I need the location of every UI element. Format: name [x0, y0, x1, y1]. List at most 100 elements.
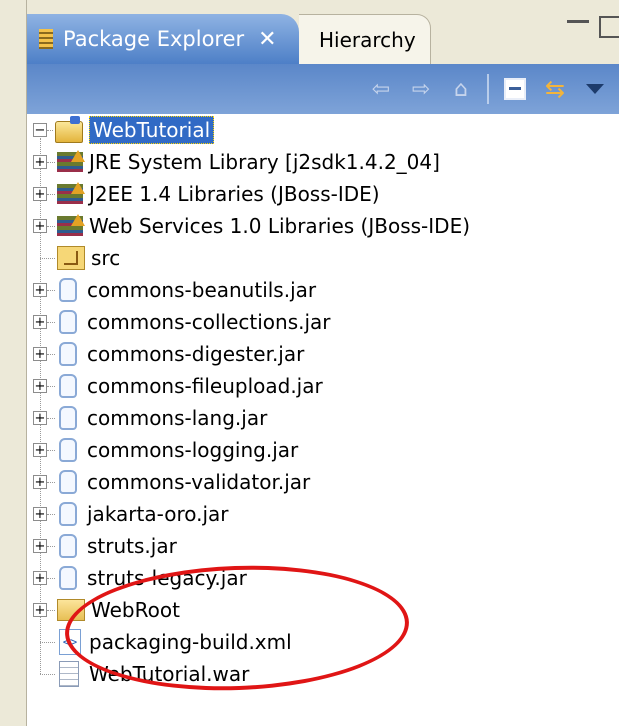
tree-item-label: commons-logging.jar [87, 438, 299, 462]
tab-package-explorer-label: Package Explorer [63, 27, 245, 51]
expand-toggle-icon[interactable]: + [33, 155, 47, 169]
view-menu-icon [586, 84, 604, 94]
expand-toggle-icon[interactable]: + [33, 411, 47, 425]
tree-connector [47, 577, 55, 579]
tab-hierarchy[interactable]: Hierarchy [299, 14, 431, 64]
tree-item-label: J2EE 1.4 Libraries (JBoss-IDE) [89, 182, 380, 206]
expand-toggle-icon[interactable]: + [33, 379, 47, 393]
tree-item-label: packaging-build.xml [89, 630, 292, 654]
expand-toggle-icon[interactable]: + [33, 283, 47, 297]
jar-icon [59, 438, 77, 462]
jar-icon [59, 310, 77, 334]
tree-item-label: Web Services 1.0 Libraries (JBoss-IDE) [89, 214, 471, 238]
tree-connector [40, 673, 55, 675]
expand-toggle-icon[interactable]: + [33, 219, 47, 233]
collapse-all-button[interactable] [501, 75, 529, 103]
tree-item[interactable]: src [33, 242, 120, 274]
tab-hierarchy-label: Hierarchy [319, 27, 416, 52]
tree-item-label: jakarta-oro.jar [87, 502, 229, 526]
collapse-all-icon [504, 78, 526, 100]
tree-connector [47, 481, 55, 483]
tree-item[interactable]: + commons-fileupload.jar [33, 370, 323, 402]
tree-item-label: commons-fileupload.jar [87, 374, 323, 398]
window-left-edge [0, 0, 27, 726]
tree-item[interactable]: WebTutorial.war [33, 658, 249, 690]
tree-item[interactable]: + JRE System Library [j2sdk1.4.2_04] [33, 146, 440, 178]
minimize-icon[interactable] [567, 20, 589, 33]
expand-toggle-icon[interactable]: + [33, 443, 47, 457]
tree-item[interactable]: + commons-lang.jar [33, 402, 267, 434]
folder-icon [57, 599, 85, 621]
tree-item-label: commons-digester.jar [87, 342, 305, 366]
expand-toggle-icon[interactable]: + [33, 315, 47, 329]
tree-item-label: struts.jar [87, 534, 177, 558]
tree-connector [47, 289, 55, 291]
tree-connector [47, 353, 55, 355]
tree-item[interactable]: + Web Services 1.0 Libraries (JBoss-IDE) [33, 210, 470, 242]
link-with-editor-icon[interactable]: ⇆ [541, 75, 569, 103]
xml-file-icon: <> [59, 629, 81, 655]
tree-item[interactable]: + WebRoot [33, 594, 180, 626]
tree-connector [47, 321, 55, 323]
tree-item[interactable]: + commons-beanutils.jar [33, 274, 316, 306]
jar-icon [59, 566, 77, 590]
source-folder-icon [57, 246, 85, 270]
tree-row-project[interactable]: − WebTutorial [33, 114, 215, 146]
tree-item-label: WebRoot [91, 598, 180, 622]
tree-item-label: commons-validator.jar [87, 470, 311, 494]
expand-toggle-icon[interactable]: + [33, 187, 47, 201]
tree-item[interactable]: + struts.jar [33, 530, 177, 562]
library-icon [57, 182, 85, 204]
expand-toggle-icon[interactable]: + [33, 603, 47, 617]
expand-toggle-icon[interactable]: + [33, 539, 47, 553]
expand-toggle-icon[interactable]: + [33, 571, 47, 585]
tree-connector [47, 513, 55, 515]
tree-connector [47, 225, 55, 227]
tree-connector [47, 385, 55, 387]
tree-connector [47, 417, 55, 419]
view-toolbar: ⇦ ⇨ ⌂ ⇆ [27, 64, 619, 114]
package-explorer-view: Package Explorer ✕ Hierarchy ⇦ ⇨ ⌂ ⇆ − W… [0, 0, 619, 726]
tree-item[interactable]: + commons-digester.jar [33, 338, 304, 370]
tree-connector [47, 545, 55, 547]
expand-toggle-icon[interactable]: + [33, 475, 47, 489]
view-tab-strip: Package Explorer ✕ Hierarchy [27, 0, 619, 64]
expand-toggle-icon[interactable]: + [33, 507, 47, 521]
maximize-icon[interactable] [599, 16, 619, 38]
tree-item[interactable]: + J2EE 1.4 Libraries (JBoss-IDE) [33, 178, 380, 210]
jar-icon [59, 406, 77, 430]
package-explorer-icon [39, 29, 53, 49]
expand-toggle-icon[interactable]: + [33, 347, 47, 361]
tree-item[interactable]: <> packaging-build.xml [33, 626, 292, 658]
jar-icon [59, 534, 77, 558]
toolbar-separator [487, 74, 489, 104]
collapse-toggle-icon[interactable]: − [33, 123, 47, 137]
tree-connector [47, 193, 55, 195]
view-menu-button[interactable] [581, 75, 609, 103]
tree-connector [47, 161, 55, 163]
tree-item[interactable]: + jakarta-oro.jar [33, 498, 229, 530]
tree-connector [47, 449, 55, 451]
back-arrow-icon[interactable]: ⇦ [367, 75, 395, 103]
forward-arrow-icon[interactable]: ⇨ [407, 75, 435, 103]
library-icon [57, 150, 85, 172]
tree-item[interactable]: + commons-collections.jar [33, 306, 331, 338]
view-window-controls [567, 16, 619, 40]
jar-icon [59, 374, 77, 398]
tab-package-explorer[interactable]: Package Explorer ✕ [27, 14, 299, 64]
tree-item[interactable]: + struts-legacy.jar [33, 562, 247, 594]
close-icon[interactable]: ✕ [258, 27, 276, 52]
tree-connector [40, 641, 55, 643]
tree-item[interactable]: + commons-validator.jar [33, 466, 310, 498]
up-folder-icon[interactable]: ⌂ [447, 75, 475, 103]
project-folder-icon [55, 116, 83, 143]
tree-item-label: commons-collections.jar [87, 310, 331, 334]
tree-item[interactable]: + commons-logging.jar [33, 434, 298, 466]
tree-connector [40, 257, 55, 259]
tree-item-label: commons-lang.jar [87, 406, 268, 430]
tree-item-label: struts-legacy.jar [87, 566, 247, 590]
tree-connector [47, 609, 55, 611]
jar-icon [59, 502, 77, 526]
project-tree: − WebTutorial + JRE System Library [j2sdk… [27, 114, 619, 726]
tree-connector [47, 129, 53, 131]
